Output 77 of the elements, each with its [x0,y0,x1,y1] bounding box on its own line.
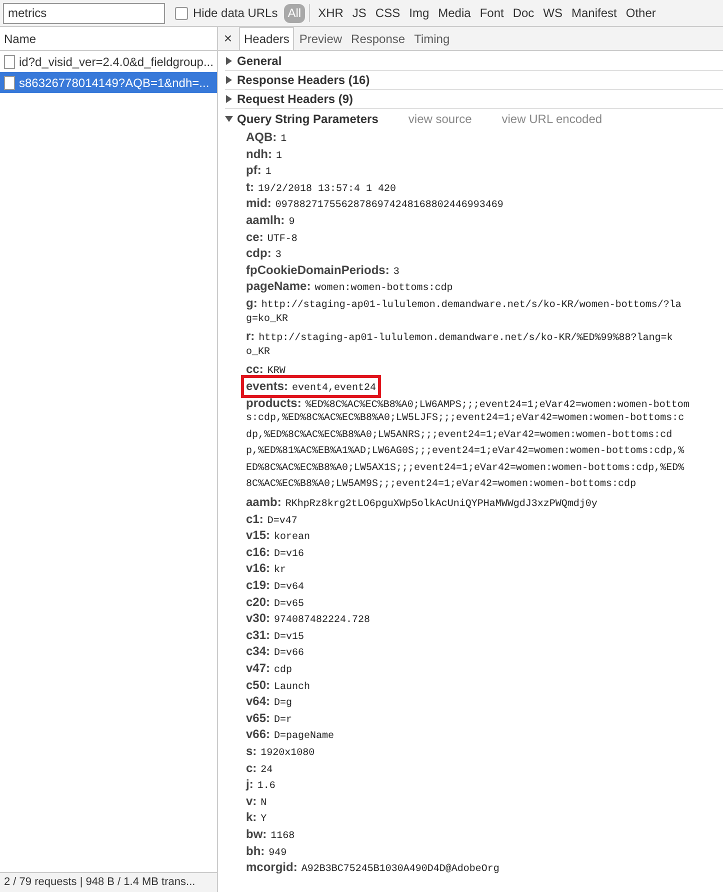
parameter-line: c: 24 [246,760,273,776]
parameter-line: ndh: 1 [246,146,282,162]
parameter-line: c16: D=v16 [246,544,304,560]
parameter-line: v47: cdp [246,660,292,677]
parameter-line: g: http://staging-ap01-lululemon.demandware.net/s/ko-KR/women-bottoms/?la [246,294,682,312]
parameter-line: dp,%ED%8C%AC%EC%B8%A0;LW5ANRS;;;event24=1;eVar42=women:women-bottoms:cd [246,428,672,443]
parameter-line: cdp: 3 [246,245,282,262]
filter-field[interactable]: metrics [3,2,165,24]
parameter-line: v65: D=r [246,710,292,726]
parameter-line: mid: 09788271755628786974248168802446993469 [246,195,504,212]
parameter-line: pageName: women:women-bottoms:cdp [246,278,453,295]
collapsed-triangle-icon [225,76,233,84]
parameter-line: events: event4,event24 [244,378,378,394]
parameter-line: c31: D=v15 [246,626,304,644]
tab[interactable]: Response [347,27,410,50]
parameter-line: g=ko_KR [246,312,288,327]
type-filter-tab[interactable]: Other [622,4,660,22]
parameter-line: c19: D=v64 [246,577,304,594]
close-button[interactable]: × [218,27,238,50]
view-option-link[interactable]: view source [408,110,472,128]
checkbox[interactable] [175,6,188,20]
type-filter-tab[interactable]: Img [405,4,434,22]
type-filter-tab[interactable]: Font [476,4,508,22]
document-icon [4,76,15,90]
type-filter-tab[interactable]: CSS [371,4,404,22]
parameter-line: k: Y [246,809,267,826]
parameter-line: bh: 949 [246,842,287,860]
parameter-line: 8C%AC%EC%B8%A0;LW5AM9S;;;event24=1;eVar42=women:women-bottoms:cdp [246,478,636,492]
parameter-line: j: 1.6 [246,776,276,793]
status-bar: 2 / 79 requests | 948 B / 1.4 MB trans... [0,872,217,892]
parameter-line: c34: D=v66 [246,643,304,660]
parameter-line: bw: 1168 [246,826,295,843]
view-option-link[interactable]: view URL encoded [502,110,602,128]
type-filter-tab[interactable]: WS [539,4,567,22]
collapsed-triangle-icon [225,57,233,65]
expanded-triangle-icon [225,115,233,123]
parameter-line: c50: Launch [246,676,310,694]
request-row[interactable]: s86326778014149?AQB=1&ndh=... [0,72,217,93]
parameter-line: p,%ED%81%AC%EB%A1%AD;LW6AG0S;;;event24=1;eVar42=women:women-bottoms:cdp,% [246,444,684,460]
parameter-line: o_KR [246,346,270,360]
parameter-line: v16: kr [246,560,286,578]
type-filter-tab[interactable]: XHR [314,4,348,22]
tab[interactable]: Timing [410,27,454,50]
parameter-line: r: http://staging-ap01-lululemon.demandware.net/s/ko-KR/%ED%99%88?lang=k [246,328,673,345]
tab[interactable]: Preview [295,27,346,50]
parameter-line: c20: D=v65 [246,594,304,610]
type-filter-tab[interactable]: JS [348,4,370,22]
parameter-line: aamb: RKhpRz8krg2tLO6pguXWp5olkAcUniQYPHaMWWgdJ3xzPWQmdj0y [246,494,598,511]
parameter-line: s:cdp,%ED%8C%AC%EC%B8%A0;LW5LJFS;;;event24=1;eVar42=women:women-bottoms:c [246,412,684,426]
parameter-line: v15: korean [246,527,310,544]
parameter-line: t: 19/2/2018 13:57:4 1 420 [246,178,396,196]
type-filter-tab[interactable]: Manifest [568,4,621,22]
section-header[interactable]: Response Headers (16) [225,71,723,90]
section-header[interactable]: Request Headers (9) [225,90,723,109]
parameter-line: products: %ED%8C%AC%EC%B8%A0;LW6AMPS;;;event24=1;eVar42=women:women-bottom [246,394,690,412]
parameter-line: cc: KRW [246,361,286,378]
parameter-line: ce: UTF-8 [246,228,298,246]
parameter-line: fpCookieDomainPeriods: 3 [246,262,400,278]
parameter-line: s: 1920x1080 [246,742,315,760]
parameter-line: c1: D=v47 [246,510,298,528]
parameter-line: pf: 1 [246,162,272,179]
document-icon [4,54,15,68]
type-filter-tab[interactable]: Media [434,4,475,22]
section-header[interactable]: General [225,52,723,71]
checkbox-label: Hide data URLs [193,5,278,22]
section-header[interactable]: Query String Parameters view source view URL encoded [225,109,723,129]
type-filter-tab[interactable]: Doc [508,4,538,22]
parameter-line: v30: 974087482224.728 [246,610,370,627]
parameter-line: v64: D=g [246,693,292,710]
collapsed-triangle-icon [225,95,233,103]
parameter-line: mcorgid: A92B3BC75245B1030A490D4D@AdobeOrg [246,859,500,876]
tab[interactable]: Headers [239,27,294,50]
parameter-line: aamlh: 9 [246,212,295,229]
parameter-line: v66: D=pageName [246,726,334,743]
parameter-line: v: N [246,792,267,810]
parameter-line: ED%8C%AC%EC%B8%A0;LW5AX1S;;;event24=1;eVar42=women:women-bottoms:cdp,%ED% [246,462,684,476]
parameter-line: AQB: 1 [246,129,287,146]
